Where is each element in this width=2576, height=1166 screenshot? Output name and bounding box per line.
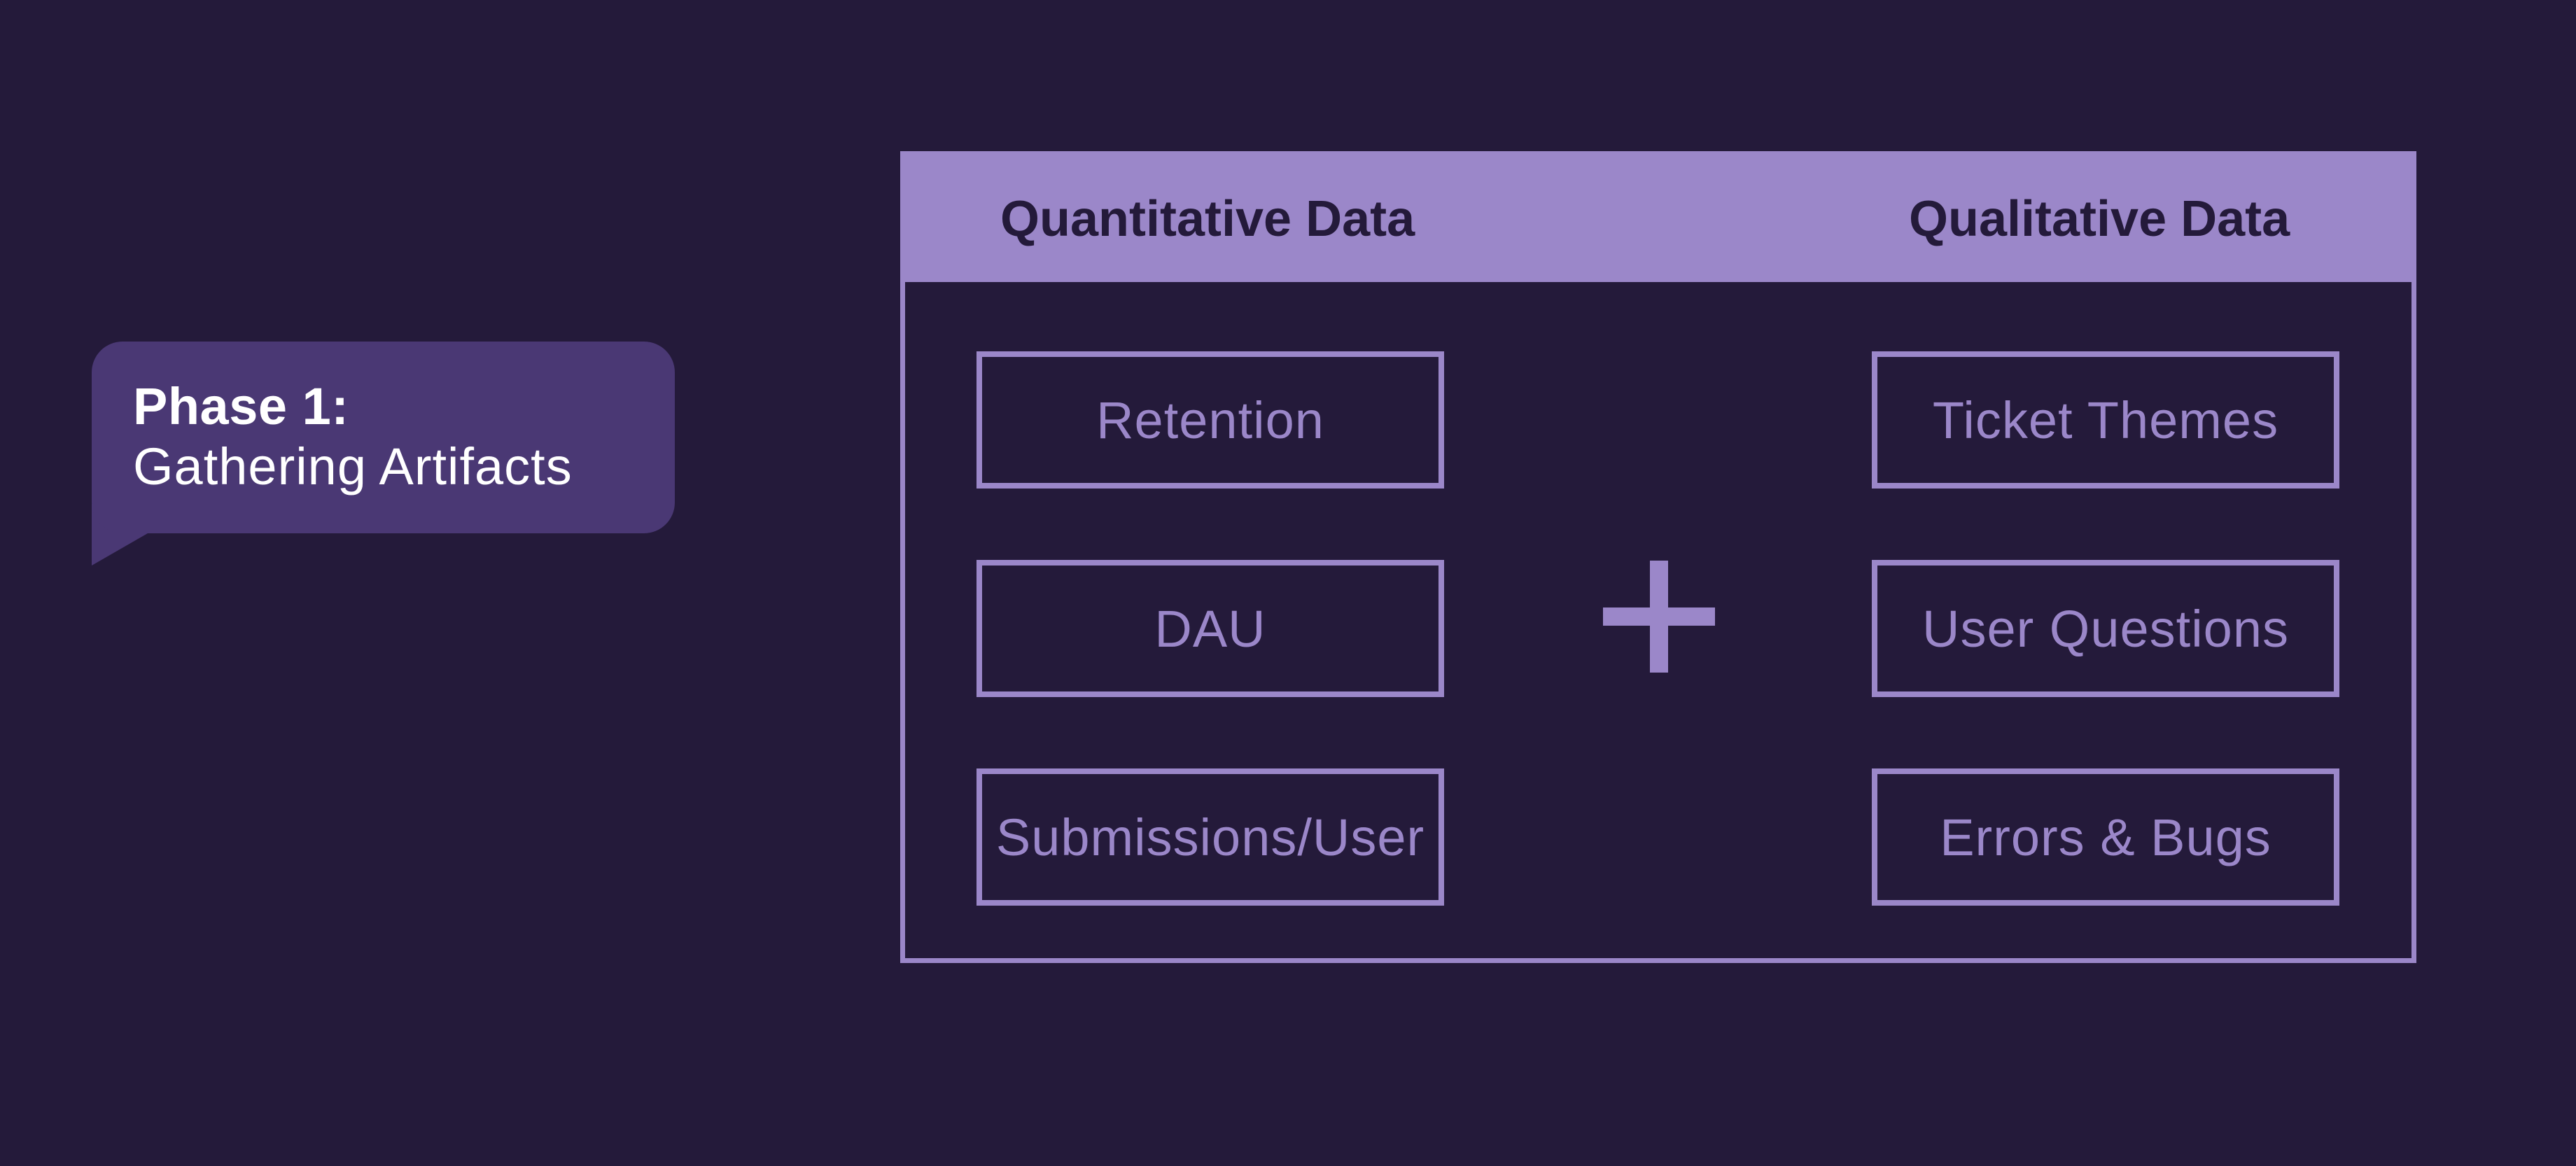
callout-title: Phase 1: (133, 377, 349, 435)
quantitative-item: Retention (976, 351, 1444, 489)
callout-subtitle: Gathering Artifacts (133, 437, 573, 496)
quantitative-item: DAU (976, 560, 1444, 697)
qualitative-item: User Questions (1872, 560, 2339, 697)
quantitative-header: Quantitative Data (1000, 191, 1415, 247)
qualitative-header: Qualitative Data (1909, 191, 2290, 247)
phase-callout: Phase 1: Gathering Artifacts (92, 342, 675, 533)
diagram-canvas: Phase 1: Gathering Artifacts Quantitativ… (0, 0, 2576, 1166)
quantitative-item: Submissions/User (976, 768, 1444, 906)
plus-icon-vertical-bar (1650, 561, 1668, 673)
qualitative-item: Ticket Themes (1872, 351, 2339, 489)
plus-icon (1603, 561, 1715, 673)
data-panel: Quantitative Data Qualitative Data Reten… (900, 151, 2416, 963)
panel-header: Quantitative Data Qualitative Data (905, 156, 2412, 282)
qualitative-item: Errors & Bugs (1872, 768, 2339, 906)
